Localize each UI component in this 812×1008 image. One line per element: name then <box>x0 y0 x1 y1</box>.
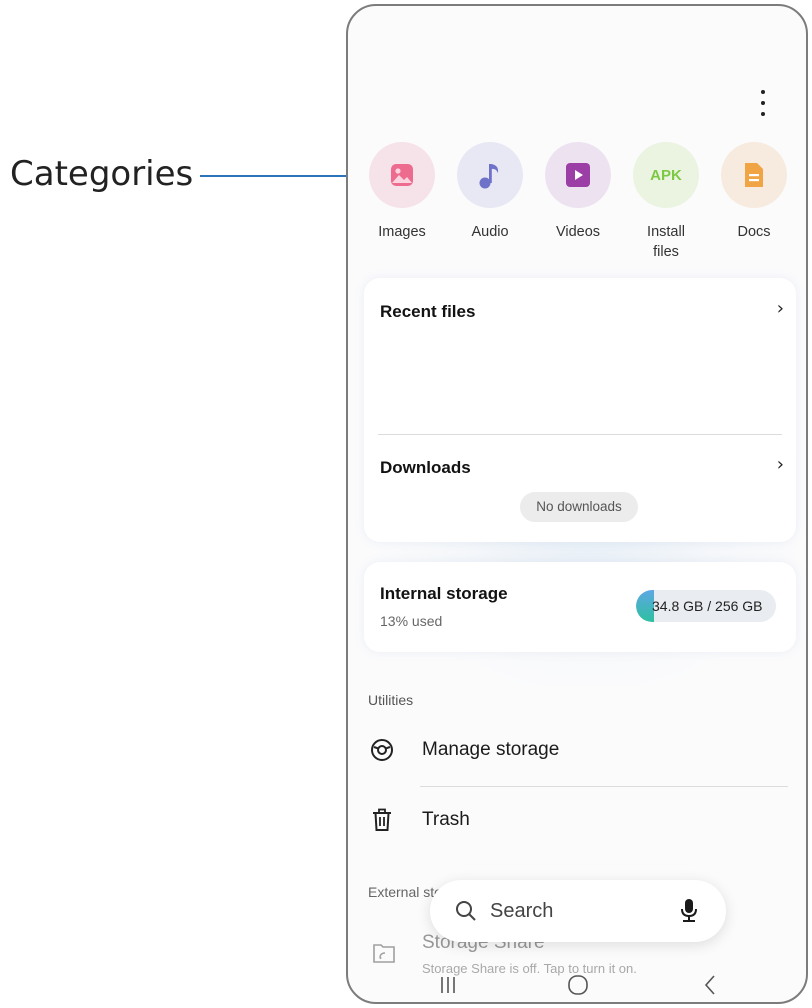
trash-item[interactable]: Trash <box>368 800 788 840</box>
search-icon <box>454 899 478 928</box>
recent-files-chevron-icon[interactable]: › <box>777 298 784 319</box>
downloads-chevron-icon[interactable]: › <box>777 454 784 475</box>
recent-files-title[interactable]: Recent files <box>380 302 475 322</box>
trash-label: Trash <box>422 809 470 830</box>
divider <box>378 434 782 435</box>
storage-usage-text: 34.8 GB / 256 GB <box>652 590 763 622</box>
system-navigation-bar <box>348 968 806 1002</box>
back-icon[interactable] <box>692 968 728 1002</box>
storage-gauge-icon <box>368 736 396 764</box>
category-docs[interactable]: Docs <box>718 142 790 242</box>
search-bar[interactable]: Search <box>430 880 726 942</box>
category-images[interactable]: Images <box>366 142 438 242</box>
recents-icon[interactable] <box>430 968 466 1002</box>
phone-frame: Images Audio Videos APK Install files Do… <box>346 4 808 1004</box>
mic-icon[interactable] <box>680 898 698 929</box>
manage-storage-label: Manage storage <box>422 739 560 760</box>
storage-used: 34.8 GB <box>652 598 704 614</box>
image-icon <box>369 142 435 208</box>
recent-downloads-card: Recent files › Downloads › No downloads <box>364 278 796 542</box>
manage-storage-item[interactable]: Manage storage <box>368 730 788 770</box>
utilities-section-title: Utilities <box>368 692 414 708</box>
category-label: Audio <box>471 224 509 240</box>
category-label: Videos <box>555 224 601 240</box>
no-downloads-badge: No downloads <box>520 492 638 522</box>
search-placeholder: Search <box>490 899 554 922</box>
storage-total: 256 GB <box>715 598 763 614</box>
callout-line <box>200 175 365 177</box>
storage-usage-pill: 34.8 GB / 256 GB <box>636 590 776 622</box>
apk-icon-text: APK <box>650 166 682 184</box>
music-note-icon <box>457 142 523 208</box>
downloads-title[interactable]: Downloads <box>380 458 471 478</box>
categories-callout-label: Categories <box>10 154 194 194</box>
category-audio[interactable]: Audio <box>454 142 526 242</box>
play-icon <box>545 142 611 208</box>
document-icon <box>721 142 787 208</box>
internal-storage-card[interactable]: Internal storage 13% used 34.8 GB / 256 … <box>364 562 796 652</box>
internal-storage-title: Internal storage <box>380 584 508 603</box>
category-videos[interactable]: Videos <box>542 142 614 242</box>
divider <box>420 786 788 787</box>
more-options-icon[interactable] <box>756 90 770 116</box>
storage-separator: / <box>703 598 716 614</box>
home-icon[interactable] <box>560 968 596 1002</box>
trash-icon <box>368 806 396 834</box>
apk-icon: APK <box>633 142 699 208</box>
storage-used-percent: 13% used <box>380 613 443 629</box>
category-label: Docs <box>737 224 771 240</box>
storage-share-icon <box>372 942 396 969</box>
category-label: Images <box>378 224 426 240</box>
category-label: Install files <box>647 224 685 260</box>
category-install-files[interactable]: APK Install files <box>630 142 702 262</box>
